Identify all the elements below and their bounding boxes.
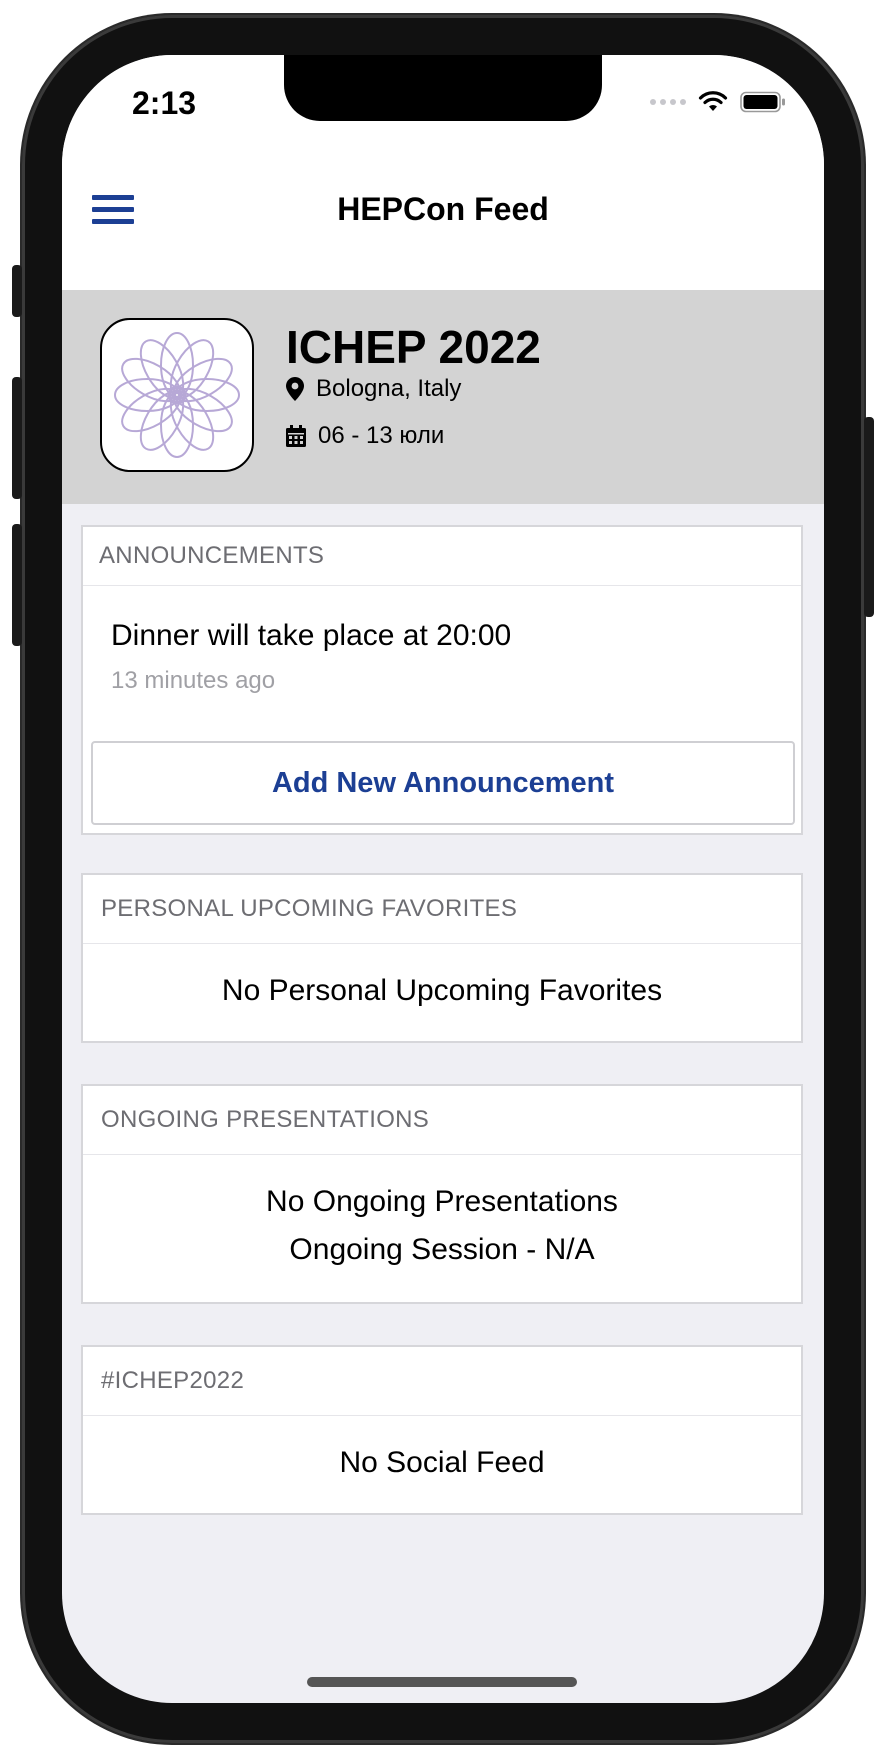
rosette-logo-icon: [114, 332, 240, 458]
ongoing-presentations-card: ONGOING PRESENTATIONS No Ongoing Present…: [81, 1084, 803, 1304]
volume-up-button: [12, 377, 22, 499]
announcements-header: ANNOUNCEMENTS: [83, 527, 801, 586]
calendar-icon: [286, 425, 306, 447]
page-title: HEPCon Feed: [337, 191, 549, 227]
event-dates-row: 06 - 13 юли: [286, 422, 444, 450]
wifi-icon: [698, 91, 728, 111]
phone-screen: 2:13 HEPCon Feed ICHEP 2022 Bologna, Ita…: [62, 55, 824, 1703]
event-location: Bologna, Italy: [316, 375, 462, 402]
announcement-text: Dinner will take place at 20:00: [111, 619, 512, 652]
power-button: [864, 417, 874, 617]
silent-switch: [12, 265, 22, 317]
event-logo: [100, 318, 254, 472]
status-time: 2:13: [132, 85, 197, 121]
status-icons: [650, 91, 786, 113]
event-location-row: Bologna, Italy: [286, 375, 461, 403]
announcements-card: ANNOUNCEMENTS Dinner will take place at …: [81, 525, 803, 835]
favorites-empty-text: No Personal Upcoming Favorites: [221, 974, 663, 1007]
navigation-bar: HEPCon Feed: [62, 155, 824, 291]
battery-icon: [740, 91, 785, 113]
social-empty-text: No Social Feed: [339, 1446, 545, 1479]
social-feed-card: #ICHEP2022 No Social Feed: [81, 1345, 803, 1515]
event-header: ICHEP 2022 Bologna, Italy 06 - 13 юли: [62, 290, 824, 504]
announcement-item[interactable]: Dinner will take place at 20:00 13 minut…: [83, 587, 801, 727]
add-new-announcement-button[interactable]: Add New Announcement: [91, 741, 795, 825]
event-dates: 06 - 13 юли: [318, 422, 445, 449]
ongoing-session-text: Ongoing Session - N/A: [289, 1233, 595, 1266]
device-notch: [284, 55, 602, 121]
announcement-time: 13 minutes ago: [111, 667, 276, 694]
social-header: #ICHEP2022: [83, 1347, 801, 1416]
signal-icon: [650, 99, 686, 105]
ongoing-header: ONGOING PRESENTATIONS: [83, 1086, 801, 1155]
ongoing-empty-text: No Ongoing Presentations: [266, 1185, 618, 1218]
map-pin-icon: [286, 377, 304, 401]
favorites-header: PERSONAL UPCOMING FAVORITES: [83, 875, 801, 944]
volume-down-button: [12, 524, 22, 646]
favorites-card: PERSONAL UPCOMING FAVORITES No Personal …: [81, 873, 803, 1043]
home-indicator: [307, 1677, 577, 1687]
event-name: ICHEP 2022: [286, 321, 541, 373]
